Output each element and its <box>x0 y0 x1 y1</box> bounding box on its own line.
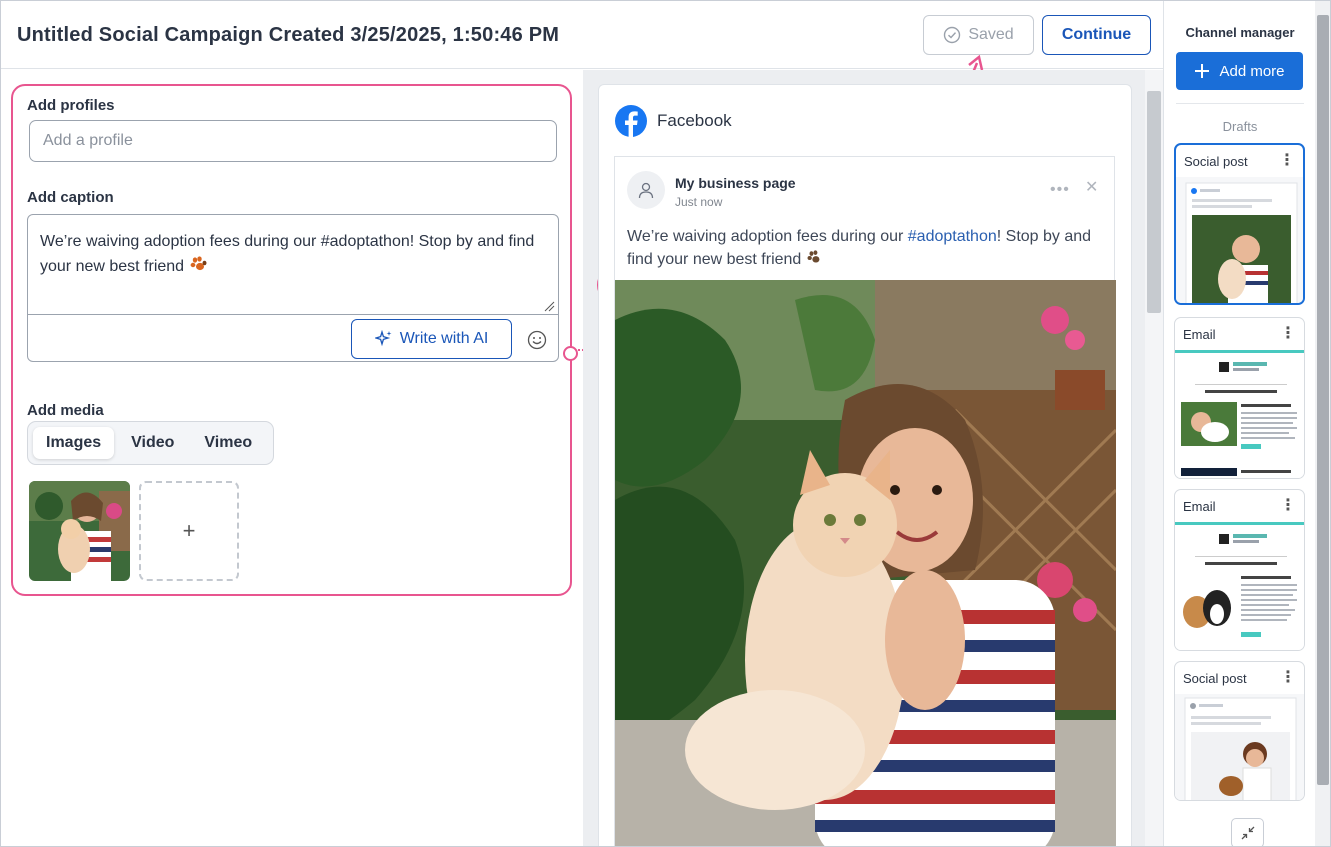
add-media-tile[interactable]: + <box>139 481 239 581</box>
draft-thumbnail <box>1176 177 1303 303</box>
post-timestamp: Just now <box>675 195 723 209</box>
media-tab-group: Images Video Vimeo <box>27 421 274 465</box>
draft-thumbnail <box>1175 522 1304 650</box>
plus-icon <box>1195 64 1210 78</box>
paw-prints-icon <box>807 250 820 263</box>
close-icon: ✕ <box>1085 179 1099 196</box>
saved-button[interactable]: Saved <box>923 15 1034 55</box>
editor-panel: Add profiles Add a profile Add caption W… <box>1 70 600 846</box>
write-with-ai-button[interactable]: Write with AI <box>351 319 512 359</box>
drafts-label: Drafts <box>1222 119 1258 134</box>
preview-scrollbar-thumb[interactable] <box>1147 91 1161 313</box>
draft-card-social-post[interactable]: Social post ⋮ <box>1174 143 1305 305</box>
write-with-ai-label: Write with AI <box>399 330 489 347</box>
tab-vimeo[interactable]: Vimeo <box>191 427 265 459</box>
emoji-icon[interactable] <box>527 330 547 350</box>
divider <box>1176 103 1304 104</box>
social-post-thumbnail-icon <box>1184 697 1297 800</box>
media-label: Add media <box>27 402 104 419</box>
caption-textarea[interactable]: We’re waiving adoption fees during our #… <box>27 214 559 362</box>
check-circle-icon <box>944 26 961 44</box>
sparkle-icon <box>374 330 392 347</box>
facebook-preview-card: Facebook My business page Just now ••• ✕… <box>598 84 1132 846</box>
social-post-thumbnail-icon <box>1185 182 1298 303</box>
facebook-icon <box>615 105 647 137</box>
channel-scrollbar-thumb[interactable] <box>1317 15 1329 785</box>
media-thumbnail[interactable] <box>29 481 130 581</box>
page-name: My business page <box>675 175 796 191</box>
draft-thumbnail <box>1175 350 1304 478</box>
draft-type-label: Social post <box>1184 153 1248 169</box>
draft-header: Social post ⋮ <box>1175 662 1304 694</box>
email-thumbnail-icon <box>1175 522 1304 637</box>
tab-video[interactable]: Video <box>118 427 187 459</box>
collapse-button[interactable] <box>1231 818 1264 846</box>
channel-manager-panel: Channel manager Add more Drafts Social p… <box>1163 1 1315 846</box>
tab-images[interactable]: Images <box>33 427 115 459</box>
preview-network-header: Facebook <box>615 105 732 137</box>
channel-manager-title: Channel manager <box>1185 25 1295 40</box>
profiles-label: Add profiles <box>27 97 115 114</box>
caption-divider <box>28 314 558 315</box>
hashtag-link: #adoptathon <box>907 228 997 245</box>
post-photo <box>615 280 1116 846</box>
collapse-arrows-icon <box>1241 826 1254 840</box>
draft-header: Social post ⋮ <box>1176 145 1303 177</box>
kebab-menu-icon[interactable]: ⋮ <box>1280 498 1296 514</box>
caption-label: Add caption <box>27 189 114 206</box>
draft-type-label: Email <box>1183 498 1216 514</box>
draft-thumbnail <box>1175 694 1304 800</box>
annotation-dot <box>563 346 578 361</box>
app-window: Untitled Social Campaign Created 3/25/20… <box>0 0 1331 847</box>
draft-card-email[interactable]: Email ⋮ <box>1174 489 1305 651</box>
draft-type-label: Social post <box>1183 670 1247 686</box>
draft-header: Email ⋮ <box>1175 318 1304 350</box>
email-thumbnail-icon <box>1175 350 1304 476</box>
resize-handle-icon[interactable] <box>543 300 555 312</box>
girl-with-cat-thumbnail <box>29 481 130 581</box>
avatar <box>627 171 665 209</box>
caption-text: We’re waiving adoption fees during our #… <box>40 233 535 275</box>
campaign-title: Untitled Social Campaign Created 3/25/20… <box>17 24 560 46</box>
draft-header: Email ⋮ <box>1175 490 1304 522</box>
network-name: Facebook <box>657 111 732 130</box>
draft-card-social-post[interactable]: Social post ⋮ <box>1174 661 1305 801</box>
profile-input[interactable]: Add a profile <box>29 120 557 162</box>
saved-label: Saved <box>968 26 1014 43</box>
kebab-menu-icon[interactable]: ⋮ <box>1280 326 1296 342</box>
add-more-label: Add more <box>1219 62 1285 80</box>
user-icon <box>638 182 654 199</box>
draft-card-email[interactable]: Email ⋮ <box>1174 317 1305 479</box>
kebab-menu-icon[interactable]: ⋮ <box>1279 153 1295 169</box>
more-options-icon: ••• <box>1050 181 1070 198</box>
post-text: We’re waiving adoption fees during our #… <box>627 228 1092 268</box>
facebook-post: My business page Just now ••• ✕ We’re wa… <box>614 156 1116 846</box>
paw-prints-icon <box>190 256 207 271</box>
add-more-button[interactable]: Add more <box>1176 52 1303 90</box>
girl-holding-cat-image <box>615 280 1116 846</box>
continue-button[interactable]: Continue <box>1042 15 1151 55</box>
draft-type-label: Email <box>1183 326 1216 342</box>
kebab-menu-icon[interactable]: ⋮ <box>1280 670 1296 686</box>
plus-icon: + <box>182 518 196 543</box>
